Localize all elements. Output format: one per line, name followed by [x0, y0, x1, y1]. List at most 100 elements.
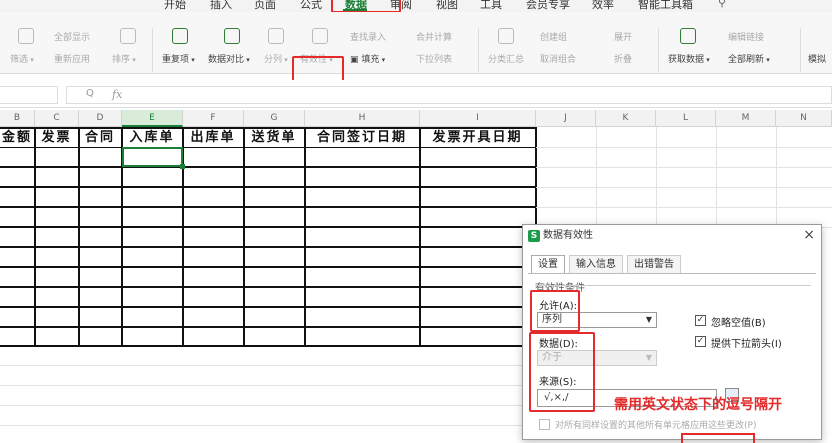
gridline: [536, 147, 832, 148]
column-header-k[interactable]: K: [596, 110, 656, 127]
tab-tools[interactable]: 工具: [480, 0, 502, 12]
sort-button[interactable]: 排序 ▾: [112, 52, 136, 65]
header-cell-invoice[interactable]: 发票: [35, 127, 79, 148]
header-cell-delivery[interactable]: 送货单: [244, 127, 305, 148]
ignore-blank-checkbox[interactable]: ✓: [695, 315, 706, 326]
ribbon-separator: [152, 28, 153, 72]
validity-icon: [312, 28, 328, 44]
filter-button[interactable]: 筛选 ▾: [10, 52, 34, 65]
collapse-button[interactable]: 折叠: [614, 52, 632, 65]
dropdown-list-button[interactable]: 下拉列表: [416, 52, 452, 65]
annotation-text: 需用英文状态下的逗号隔开: [614, 397, 782, 413]
table-row: [0, 206, 536, 208]
column-header-i[interactable]: I: [420, 110, 536, 127]
get-data-button[interactable]: 获取数据 ▾: [668, 52, 710, 65]
zoom-icon[interactable]: Q: [86, 88, 94, 99]
gridline: [536, 167, 832, 168]
table-row: [0, 186, 536, 188]
tab-input-message[interactable]: 输入信息: [569, 255, 623, 273]
tab-insert[interactable]: 插入: [210, 0, 232, 12]
column-header-g[interactable]: G: [244, 110, 305, 127]
gridline: [0, 425, 522, 426]
tab-efficiency[interactable]: 效率: [592, 0, 614, 12]
highlight-ok-button: [681, 433, 755, 443]
gridline: [536, 207, 832, 208]
filter-icon: [18, 28, 34, 44]
header-cell-invoice-date[interactable]: 发票开具日期: [420, 127, 536, 148]
fill-icon: ▣: [350, 55, 362, 65]
duplicates-icon: [172, 28, 188, 44]
group-summary-icon: [498, 28, 514, 44]
apply-all-checkbox[interactable]: [539, 419, 550, 430]
ribbon-separator: [658, 28, 659, 72]
table-row: [0, 286, 536, 288]
simulate-button[interactable]: 模拟: [808, 52, 826, 65]
merge-calc-button[interactable]: 合并计算: [416, 30, 452, 43]
column-header-l[interactable]: L: [656, 110, 716, 127]
selected-cell-e[interactable]: [122, 147, 185, 169]
formula-input[interactable]: [66, 86, 832, 104]
table-col-border: [78, 127, 80, 345]
compare-icon: [224, 28, 240, 44]
duplicates-button[interactable]: 重复项 ▾: [162, 52, 195, 65]
compare-button[interactable]: 数据对比 ▾: [208, 52, 250, 65]
refresh-all-button[interactable]: 全部刷新 ▾: [728, 52, 770, 65]
fx-icon[interactable]: fx: [112, 88, 122, 101]
tab-page[interactable]: 页面: [254, 0, 276, 12]
tab-formula[interactable]: 公式: [300, 0, 322, 12]
ignore-blank-label: 忽略空值(B): [711, 318, 766, 329]
edit-links-button[interactable]: 编辑链接: [728, 30, 764, 43]
table-row: [0, 226, 536, 228]
close-icon[interactable]: ×: [803, 227, 815, 243]
expand-button[interactable]: 展开: [614, 30, 632, 43]
table-row: [0, 266, 536, 268]
reapply-button[interactable]: 重新应用: [54, 52, 90, 65]
column-header-b[interactable]: B: [0, 110, 35, 127]
table-col-border: [34, 127, 36, 345]
gridline: [536, 187, 832, 188]
formula-bar: Q fx: [0, 80, 832, 108]
table-row: [0, 345, 536, 347]
table-border: [0, 127, 536, 129]
header-cell-contract[interactable]: 合同: [79, 127, 122, 148]
column-header-m[interactable]: M: [716, 110, 776, 127]
header-cell-contract-date[interactable]: 合同签订日期: [305, 127, 420, 148]
apply-all-label: 对所有同样设置的其他所有单元格应用这些更改(P): [555, 421, 757, 431]
split-button[interactable]: 分列 ▾: [264, 52, 288, 65]
search-icon[interactable]: ⚲: [718, 0, 726, 9]
dropdown-arrow-checkbox[interactable]: ✓: [695, 336, 706, 347]
tab-view[interactable]: 视图: [436, 0, 458, 12]
highlight-data-source: [529, 332, 595, 412]
name-box[interactable]: [0, 86, 58, 104]
gridline: [0, 405, 522, 406]
fill-button[interactable]: ▣ 填充 ▾: [350, 52, 385, 65]
group-summary-button[interactable]: 分类汇总: [488, 52, 524, 65]
column-header-d[interactable]: D: [79, 110, 122, 127]
header-cell-amount[interactable]: 金额: [0, 127, 35, 148]
column-header-f[interactable]: F: [183, 110, 244, 127]
sort-icon: [120, 28, 136, 44]
tab-member[interactable]: 会员专享: [526, 0, 570, 12]
column-header-c[interactable]: C: [35, 110, 79, 127]
tab-smart-tools[interactable]: 智能工具箱: [638, 0, 693, 12]
gridline: [0, 385, 522, 386]
tab-settings[interactable]: 设置: [531, 255, 565, 273]
ribbon: 筛选 ▾ 全部显示 重新应用 排序 ▾ 重复项 ▾ 数据对比 ▾ 分列 ▾ 有效…: [0, 12, 832, 86]
table-col-border: [419, 127, 421, 345]
tab-error-alert[interactable]: 出错警告: [627, 255, 681, 273]
table-row: [0, 246, 536, 248]
ungroup-button[interactable]: 取消组合: [540, 52, 576, 65]
column-header-j[interactable]: J: [536, 110, 596, 127]
section-divider: [535, 285, 811, 286]
tab-home[interactable]: 开始: [164, 0, 186, 12]
column-header-n[interactable]: N: [776, 110, 832, 127]
show-all-button[interactable]: 全部显示: [54, 30, 90, 43]
column-header-e[interactable]: E: [122, 110, 183, 127]
create-group-button[interactable]: 创建组: [540, 30, 567, 43]
header-cell-outbound[interactable]: 出库单: [183, 127, 244, 148]
split-icon: [268, 28, 284, 44]
find-entry-button[interactable]: 查找录入: [350, 30, 386, 43]
header-cell-inbound[interactable]: 入库单: [122, 127, 183, 148]
column-header-h[interactable]: H: [305, 110, 420, 127]
ribbon-separator: [800, 28, 801, 72]
